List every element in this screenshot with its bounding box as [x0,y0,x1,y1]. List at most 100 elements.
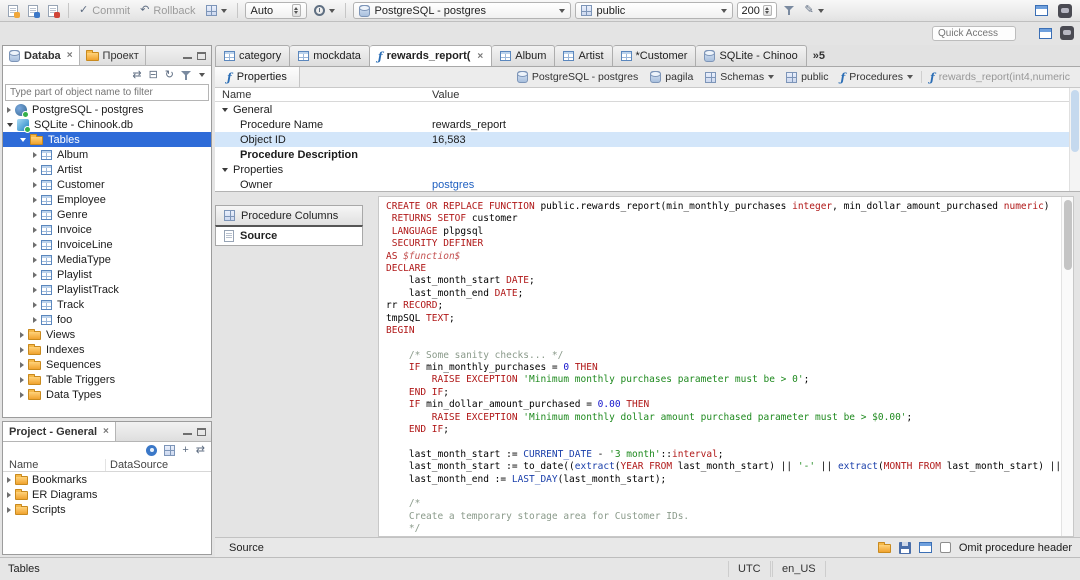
new-sql-editor-button[interactable] [5,2,21,20]
filter-settings-button[interactable] [781,2,798,20]
perspective-button[interactable] [1055,2,1075,20]
filter-icon[interactable] [181,70,192,81]
project-item-scripts[interactable]: Scripts [3,502,211,517]
column-header-name[interactable]: Name [3,458,106,471]
tree-item-invoiceline[interactable]: InvoiceLine [3,237,211,252]
tree-item-data-types[interactable]: Data Types [3,387,211,402]
editor-tab-customer[interactable]: *Customer [612,45,697,66]
maximize-button[interactable] [197,51,206,60]
breadcrumb-item-postgresql-postgres[interactable]: PostgreSQL - postgres [513,71,642,83]
omit-procedure-header-checkbox[interactable] [939,542,951,553]
chevron-down-icon[interactable] [222,107,228,112]
settings-icon[interactable] [146,444,158,456]
project-item-bookmarks[interactable]: Bookmarks [3,472,211,487]
object-filter-input[interactable] [5,84,209,101]
chevron-right-icon[interactable] [33,256,37,263]
open-sql-script-button[interactable] [25,2,41,20]
chevron-down-icon[interactable] [7,122,13,127]
property-row-object-id[interactable]: Object ID 16,583 [215,132,1080,147]
property-value[interactable]: postgres [428,179,1080,191]
properties-scrollbar[interactable] [1069,88,1080,191]
tree-item-track[interactable]: Track [3,297,211,312]
tree-item-mediatype[interactable]: MediaType [3,252,211,267]
chevron-right-icon[interactable] [7,106,11,113]
column-header-datasource[interactable]: DataSource [106,459,168,471]
bottom-tab-source[interactable]: Source [215,542,264,554]
chevron-right-icon[interactable] [7,506,11,513]
minimize-button[interactable] [183,433,192,435]
property-row-general[interactable]: General [215,102,1080,117]
link-icon[interactable]: ⇄ [196,444,205,456]
tree-item-tables[interactable]: Tables [3,132,211,147]
tree-item-views[interactable]: Views [3,327,211,342]
chevron-right-icon[interactable] [33,196,37,203]
navigator-tab-проект[interactable]: Проект [80,46,146,65]
tree-item-sequences[interactable]: Sequences [3,357,211,372]
chevron-right-icon[interactable] [20,391,24,398]
editor-tab-rewards-report[interactable]: ƒ rewards_report(× [369,45,493,66]
tree-item-foo[interactable]: foo [3,312,211,327]
edit-filters-button[interactable]: ✎ [802,2,827,20]
breadcrumb-item-rewards-report-int4-numeric[interactable]: ƒ rewards_report(int4,numeric [920,71,1074,83]
breadcrumb-item-pagila[interactable]: pagila [646,71,697,83]
tab-source[interactable]: Source [215,225,363,246]
link-with-editor-icon[interactable]: ⇄ [132,69,141,81]
chevron-right-icon[interactable] [33,316,37,323]
tree-item-playlist[interactable]: Playlist [3,267,211,282]
chevron-right-icon[interactable] [33,286,37,293]
open-in-sql-editor-icon[interactable] [918,542,932,553]
add-icon[interactable]: + [182,444,188,456]
tx-mode-combo[interactable]: Auto [244,2,307,19]
sql-perspective-icon[interactable] [1039,27,1052,39]
tree-item-postgresql-postgres[interactable]: PostgreSQL - postgres [3,102,211,118]
code-scrollbar[interactable] [1061,197,1073,536]
chevron-right-icon[interactable] [33,151,37,158]
tab-project-general[interactable]: Project - General × [3,422,116,441]
close-icon[interactable]: × [477,51,483,62]
source-code-editor[interactable]: CREATE OR REPLACE FUNCTION public.reward… [378,196,1074,537]
tree-item-artist[interactable]: Artist [3,162,211,177]
editor-tab-category[interactable]: category [215,45,291,66]
property-row-properties[interactable]: Properties [215,162,1080,177]
collapse-all-icon[interactable]: ⊟ [149,69,158,81]
tree-item-customer[interactable]: Customer [3,177,211,192]
open-sql-console-button[interactable] [1032,2,1051,20]
chevron-right-icon[interactable] [20,331,24,338]
column-header-name[interactable]: Name [222,89,251,101]
save-icon[interactable] [898,541,911,554]
locale-indicator[interactable]: en_US [772,561,826,577]
property-row-owner[interactable]: Owner postgres [215,177,1080,192]
fetch-size-input[interactable]: 200 [736,2,777,19]
minimize-button[interactable] [183,57,192,59]
transaction-log-button[interactable] [203,2,230,20]
chevron-down-icon[interactable] [906,75,913,79]
chevron-right-icon[interactable] [7,476,11,483]
close-icon[interactable]: × [103,426,109,437]
chevron-right-icon[interactable] [33,226,37,233]
persist-icon[interactable] [877,542,891,553]
layout-icon[interactable] [164,444,176,456]
chevron-right-icon[interactable] [33,301,37,308]
breadcrumb-item-procedures[interactable]: ƒ Procedures [837,71,917,83]
chevron-right-icon[interactable] [20,346,24,353]
editor-tab-album[interactable]: Album [492,45,556,66]
quick-access-input[interactable] [932,26,1016,41]
tree-item-invoice[interactable]: Invoice [3,222,211,237]
connection-combo[interactable]: PostgreSQL - postgres [352,2,571,19]
maximize-button[interactable] [197,427,206,436]
property-row-procedure-name[interactable]: Procedure Name rewards_report [215,117,1080,132]
general-perspective-icon[interactable] [1060,26,1074,40]
tree-item-playlisttrack[interactable]: PlaylistTrack [3,282,211,297]
refresh-timer-button[interactable] [311,2,338,20]
rollback-button[interactable]: ↶ Rollback [137,2,198,20]
chevron-right-icon[interactable] [33,166,37,173]
schema-combo[interactable]: public [574,2,733,19]
chevron-right-icon[interactable] [33,181,37,188]
tree-item-employee[interactable]: Employee [3,192,211,207]
timezone-indicator[interactable]: UTC [728,561,771,577]
editor-tab-mockdata[interactable]: mockdata [290,45,370,66]
tree-item-sqlite-chinook-db[interactable]: SQLite - Chinook.db [3,117,211,133]
scrollbar-thumb[interactable] [1063,200,1072,270]
breadcrumb-item-schemas[interactable]: Schemas [701,71,778,83]
refresh-icon[interactable]: ↻ [165,69,174,81]
